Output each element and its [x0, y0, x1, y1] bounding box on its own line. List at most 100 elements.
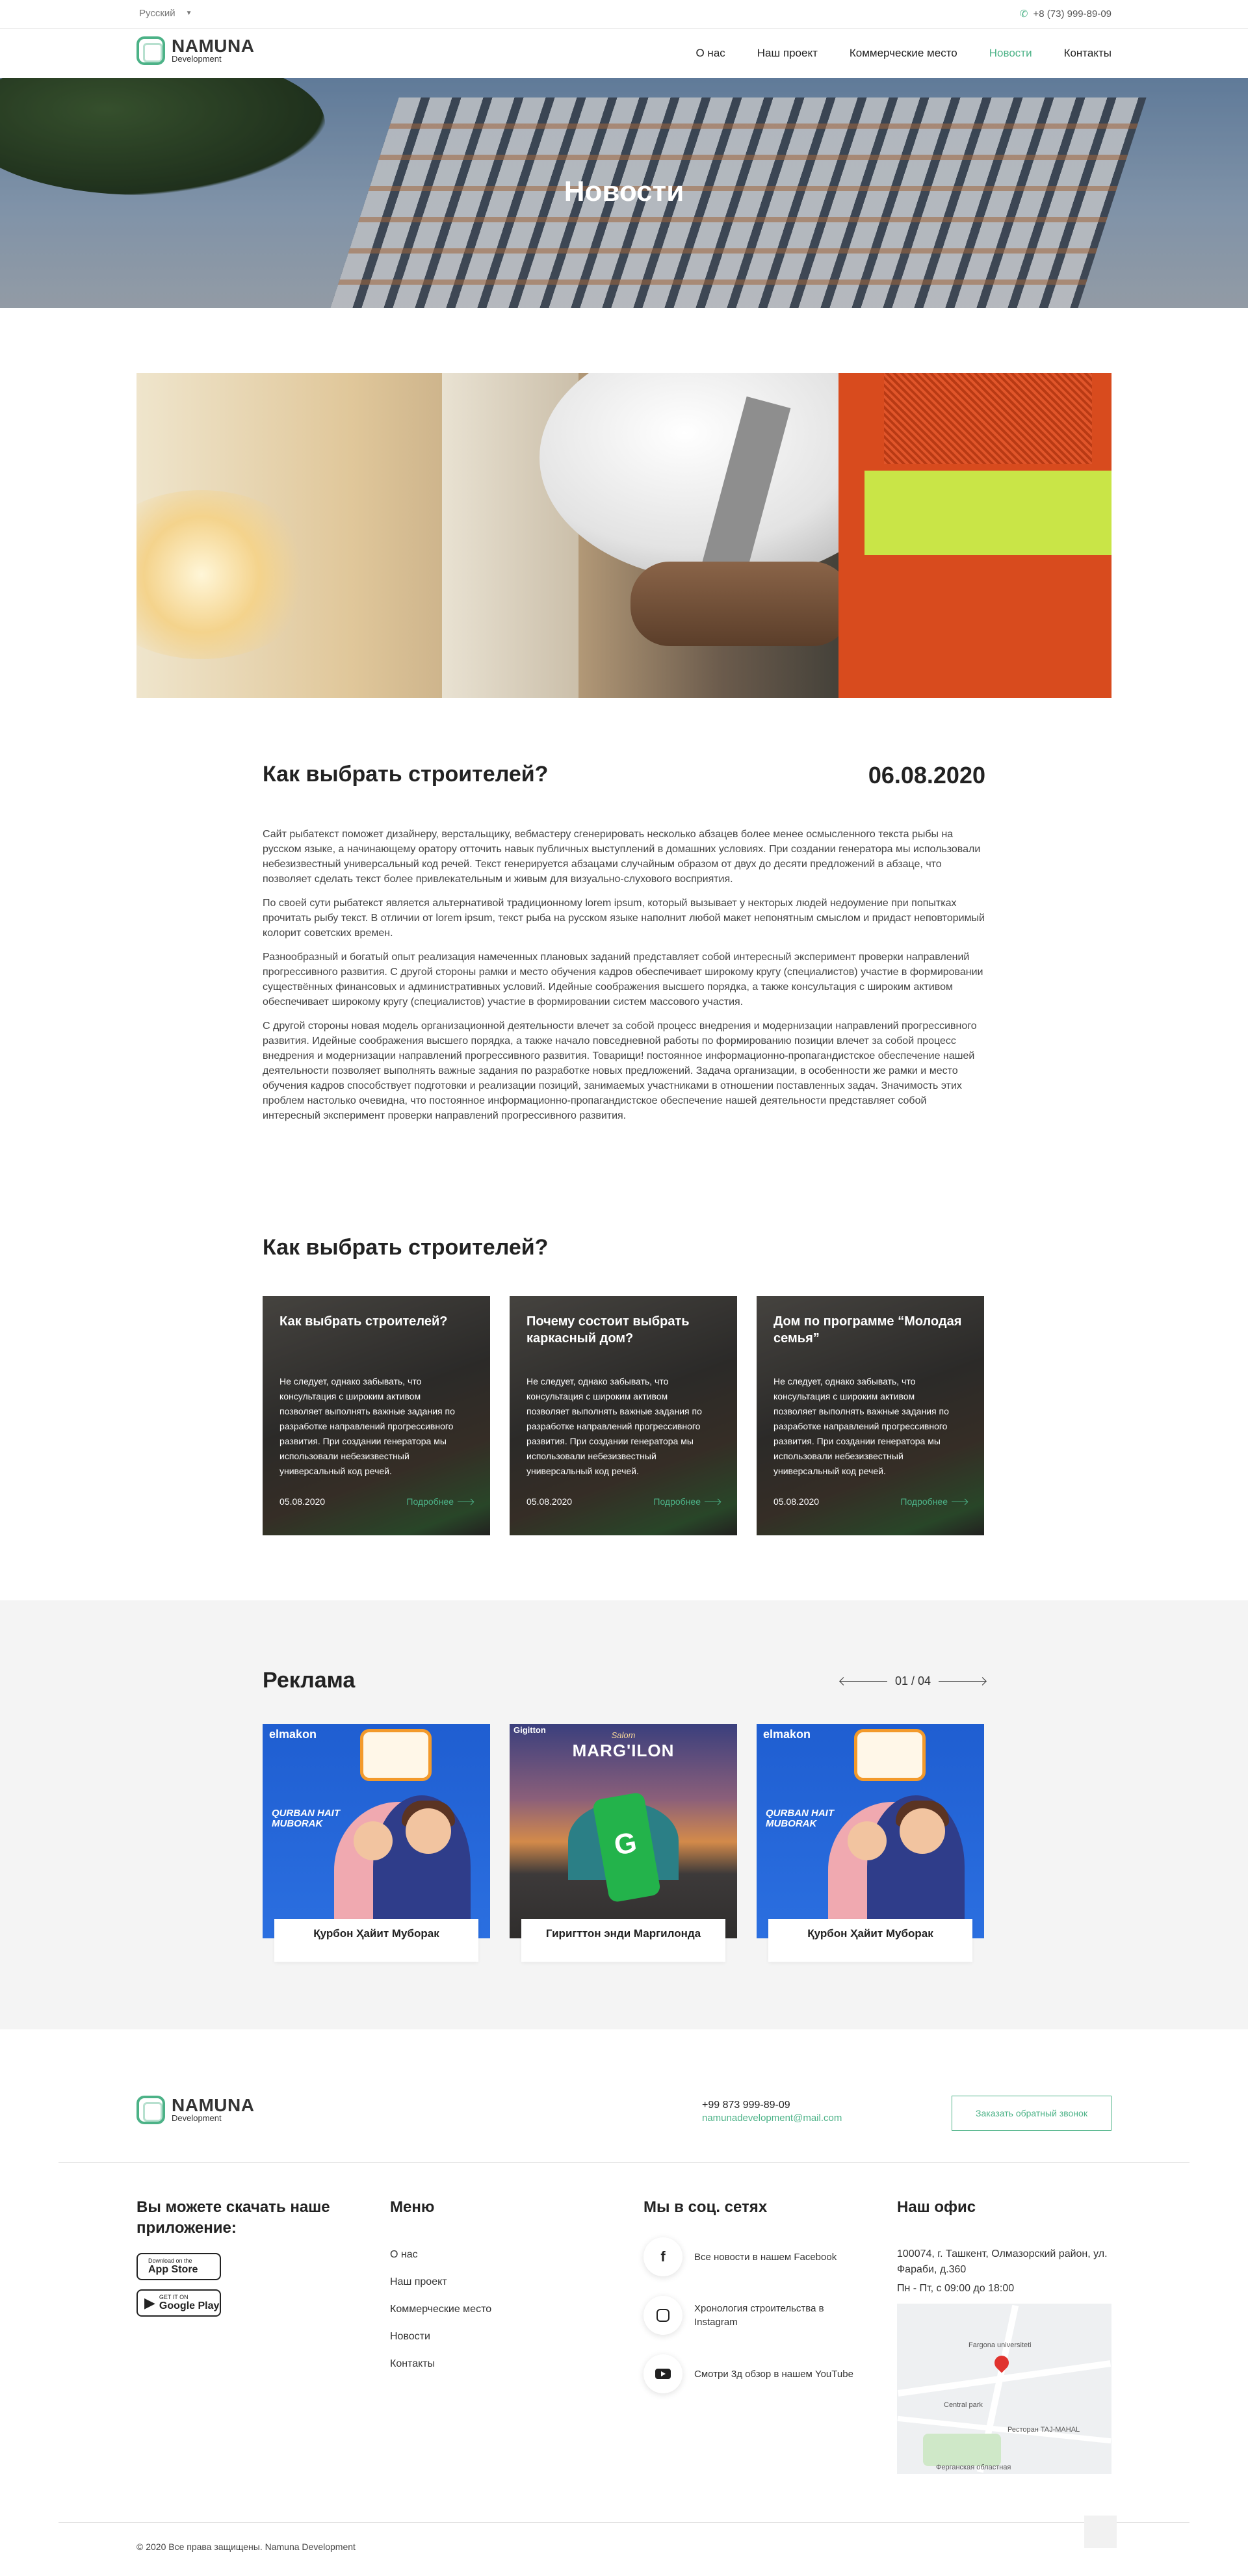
footer-menu-about[interactable]: О нас — [390, 2249, 491, 2261]
article-paragraph: Сайт рыбатекст поможет дизайнеру, верста… — [263, 829, 981, 885]
footer-logo[interactable]: NAMUNA Development — [136, 2096, 254, 2124]
footer-office-column: Наш офис 100074, г. Ташкент, Олмазорский… — [897, 2197, 1112, 2474]
ad-caption: Гиригттон энди Маргилонда — [521, 1919, 725, 1962]
store-big: App Store — [148, 2264, 198, 2275]
google-play-button[interactable]: ▶ GET IT ON Google Play — [136, 2289, 221, 2317]
footer-contacts: +99 873 999-89-09 namunadevelopment@mail… — [702, 2099, 842, 2125]
ad-sub: Salom — [611, 1730, 636, 1740]
store-big: Google Play — [159, 2300, 220, 2311]
ad-cards: elmakon QURBAN HAIT MUBORAK Қурбон Ҳайит… — [263, 1724, 985, 1962]
scroll-top-button[interactable] — [1084, 2516, 1117, 2548]
language-selector[interactable]: Русский ▼ — [139, 8, 192, 19]
store-small: Download on the — [148, 2257, 192, 2264]
card-more-label: Подробнее — [900, 1496, 948, 1507]
card-more-label: Подробнее — [653, 1496, 701, 1507]
arrow-right-icon[interactable] — [939, 1681, 985, 1682]
logo-name: NAMUNA — [172, 36, 255, 56]
youtube-icon — [644, 2354, 682, 2393]
nav-item-contacts[interactable]: Контакты — [1064, 47, 1112, 60]
news-card[interactable]: Почему состоит выбрать каркасный дом? Не… — [510, 1296, 737, 1535]
map-label: Ферганская областная — [936, 2464, 1011, 2471]
navbar: NAMUNA Development О нас Наш проект Комм… — [0, 29, 1248, 78]
map-pin-icon — [991, 2352, 1012, 2373]
footer-menu-commercial[interactable]: Коммерческие место — [390, 2304, 491, 2315]
ad-slogan: QURBAN HAIT MUBORAK — [766, 1808, 834, 1829]
arrow-left-icon[interactable] — [840, 1681, 887, 1682]
chevron-down-icon: ▼ — [185, 10, 192, 17]
article-paragraph: Разнообразный и богатый опыт реализация … — [263, 952, 983, 1008]
footer-email[interactable]: namunadevelopment@mail.com — [702, 2112, 842, 2125]
social-text: Смотри 3д обзор в нашем YouTube — [694, 2368, 853, 2380]
related-title: Как выбрать строителей? — [263, 1235, 549, 1260]
main-nav: О нас Наш проект Коммерческие место Ново… — [696, 47, 1112, 60]
card-more-label: Подробнее — [406, 1496, 454, 1507]
ad-card[interactable]: elmakon QURBAN HAIT MUBORAK Қурбон Ҳайит… — [757, 1724, 984, 1962]
card-more-link[interactable]: Подробнее — [900, 1496, 967, 1507]
card-title: Дом по программе “Молодая семья” — [774, 1314, 962, 1346]
ad-slogan: QURBAN HAIT MUBORAK — [272, 1808, 340, 1829]
card-text: Не следует, однако забывать, что консуль… — [774, 1376, 949, 1476]
ad-brand: elmakon — [269, 1728, 317, 1741]
ad-card[interactable]: elmakon QURBAN HAIT MUBORAK Қурбон Ҳайит… — [263, 1724, 490, 1962]
pager-counter: 01 / 04 — [894, 1674, 931, 1687]
ads-title: Реклама — [263, 1668, 356, 1693]
footer-menu-news[interactable]: Новости — [390, 2331, 491, 2343]
office-map[interactable]: Fargona universiteti Central park Рестор… — [897, 2304, 1112, 2474]
ad-card[interactable]: Gigitton Salom MARG'ILON Гиригттон энди … — [510, 1724, 737, 1962]
footer-menu-contacts[interactable]: Контакты — [390, 2358, 491, 2370]
copyright: © 2020 Все права защищены. Namuna Develo… — [136, 2542, 356, 2552]
nav-item-about[interactable]: О нас — [696, 47, 725, 60]
ad-brand: elmakon — [763, 1728, 811, 1741]
ad-image: Gigitton Salom MARG'ILON — [510, 1724, 737, 1938]
store-text: GET IT ON Google Play — [159, 2294, 219, 2312]
footer-menu-project[interactable]: Наш проект — [390, 2276, 491, 2288]
callback-button[interactable]: Заказать обратный звонок — [952, 2096, 1112, 2131]
nav-item-commercial[interactable]: Коммерческие место — [850, 47, 957, 60]
nav-item-project[interactable]: Наш проект — [757, 47, 818, 60]
map-park — [923, 2434, 1001, 2466]
page-title: Новости — [564, 176, 684, 207]
social-instagram[interactable]: Хронология строительства в Instagram — [644, 2296, 864, 2335]
social-text: Все новости в нашем Facebook — [694, 2251, 837, 2263]
article-title: Как выбрать строителей? — [263, 762, 549, 787]
divider — [58, 2162, 1190, 2163]
facebook-icon: f — [644, 2237, 682, 2276]
ad-caption: Қурбон Ҳайит Муборак — [274, 1919, 478, 1962]
card-title: Почему состоит выбрать каркасный дом? — [526, 1314, 690, 1346]
news-card[interactable]: Как выбрать строителей? Не следует, одна… — [263, 1296, 490, 1535]
social-facebook[interactable]: f Все новости в нашем Facebook — [644, 2237, 864, 2276]
footer-menu-column: Меню О нас Наш проект Коммерческие место… — [390, 2197, 491, 2386]
map-label: Ресторан TAJ-MAHAL — [1008, 2426, 1080, 2434]
sun-glare — [136, 490, 318, 659]
footer-phone[interactable]: +99 873 999-89-09 — [702, 2099, 842, 2112]
app-store-button[interactable]: Download on the App Store — [136, 2253, 221, 2280]
ad-bubble — [854, 1729, 926, 1781]
instagram-icon — [644, 2296, 682, 2335]
social-youtube[interactable]: Смотри 3д обзор в нашем YouTube — [644, 2354, 864, 2393]
office-address: 100074, г. Ташкент, Олмазорский район, у… — [897, 2248, 1108, 2275]
office-hours: Пн - Пт, с 09:00 до 18:00 — [897, 2283, 1015, 2294]
nav-item-news[interactable]: Новости — [989, 47, 1032, 60]
store-text: Download on the App Store — [148, 2257, 198, 2276]
related-cards: Как выбрать строителей? Не следует, одна… — [263, 1296, 985, 1535]
logo[interactable]: NAMUNA Development — [136, 36, 254, 65]
phone-icon: ✆ — [1019, 8, 1028, 20]
vest-reflector — [864, 471, 1112, 555]
news-card[interactable]: Дом по программе “Молодая семья” Не след… — [757, 1296, 984, 1535]
ad-face — [406, 1808, 451, 1854]
logo-mark-icon — [136, 2096, 165, 2124]
card-date: 05.08.2020 — [774, 1496, 820, 1507]
card-more-link[interactable]: Подробнее — [653, 1496, 720, 1507]
card-more-link[interactable]: Подробнее — [406, 1496, 473, 1507]
footer-social-column: Мы в соц. сетях f Все новости в нашем Fa… — [644, 2197, 864, 2393]
article-paragraph: С другой стороны новая модель организаци… — [263, 1021, 977, 1121]
hero-banner: Новости — [0, 78, 1248, 308]
card-date: 05.08.2020 — [526, 1496, 573, 1507]
language-label: Русский — [139, 8, 176, 19]
ad-slogan: MARG'ILON — [572, 1741, 675, 1760]
app-title: Вы можете скачать наше приложение: — [136, 2198, 330, 2237]
top-phone[interactable]: ✆ +8 (73) 999-89-09 — [1020, 8, 1112, 20]
vest-mesh — [884, 373, 1092, 464]
article-image — [136, 373, 1112, 698]
footer-app-column: Вы можете скачать наше приложение: Downl… — [136, 2197, 358, 2317]
